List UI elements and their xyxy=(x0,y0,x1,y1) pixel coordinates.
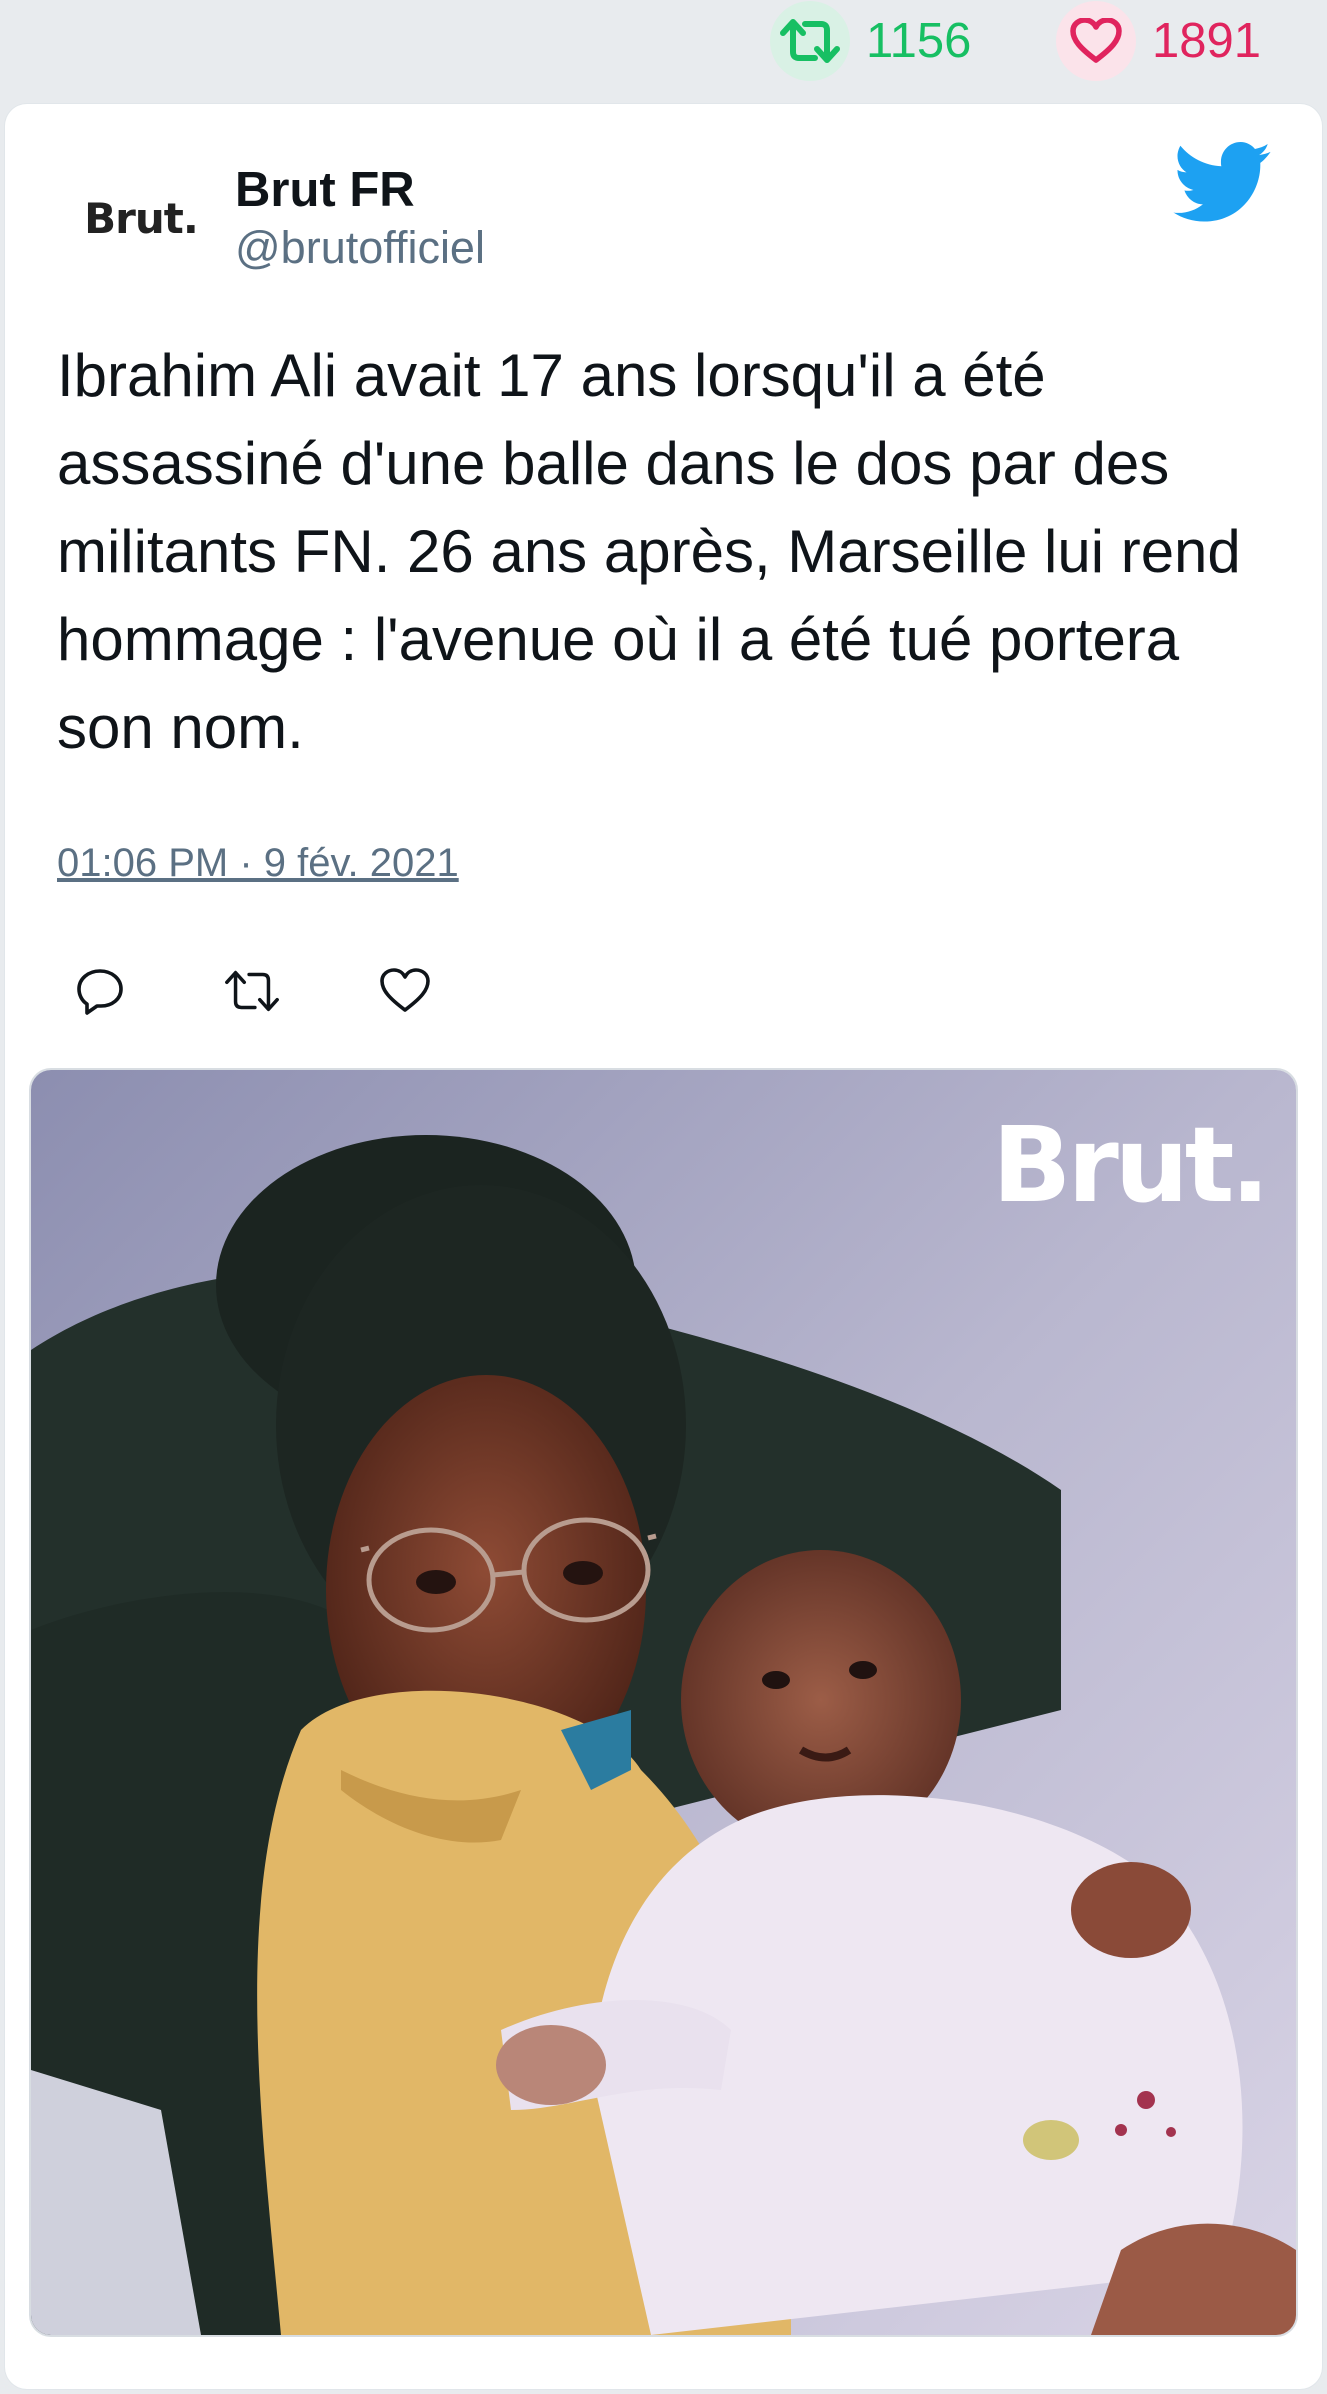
retweet-icon xyxy=(770,1,850,81)
retweet-count-button[interactable]: 1156 xyxy=(770,1,972,81)
retweet-count: 1156 xyxy=(866,14,972,68)
heart-action-icon[interactable] xyxy=(370,956,440,1026)
heart-icon xyxy=(1056,1,1136,81)
tweet-stats-bar: 1156 1891 xyxy=(0,0,1327,100)
like-count-button[interactable]: 1891 xyxy=(1056,1,1262,81)
like-count: 1891 xyxy=(1152,14,1262,68)
tweet-text: Ibrahim Ali avait 17 ans lorsqu'il a été… xyxy=(57,342,1241,761)
retweet-action-icon[interactable] xyxy=(217,956,287,1026)
author-handle[interactable]: @brutofficiel xyxy=(235,222,485,274)
photo-illustration xyxy=(31,1070,1296,2335)
reply-icon[interactable] xyxy=(65,956,135,1026)
avatar[interactable]: Brut. xyxy=(61,158,221,278)
author-name[interactable]: Brut FR xyxy=(235,162,415,218)
twitter-bird-icon[interactable] xyxy=(1173,142,1273,224)
brut-watermark: Brut. xyxy=(992,1104,1270,1226)
tweet-media-image[interactable]: Brut. xyxy=(31,1070,1296,2335)
tweet-card: Brut. Brut FR @brutofficiel Ibrahim Ali … xyxy=(5,104,1322,2389)
tweet-timestamp-link[interactable]: 01:06 PM · 9 fév. 2021 xyxy=(57,841,459,886)
avatar-logo-text: Brut. xyxy=(84,193,199,243)
